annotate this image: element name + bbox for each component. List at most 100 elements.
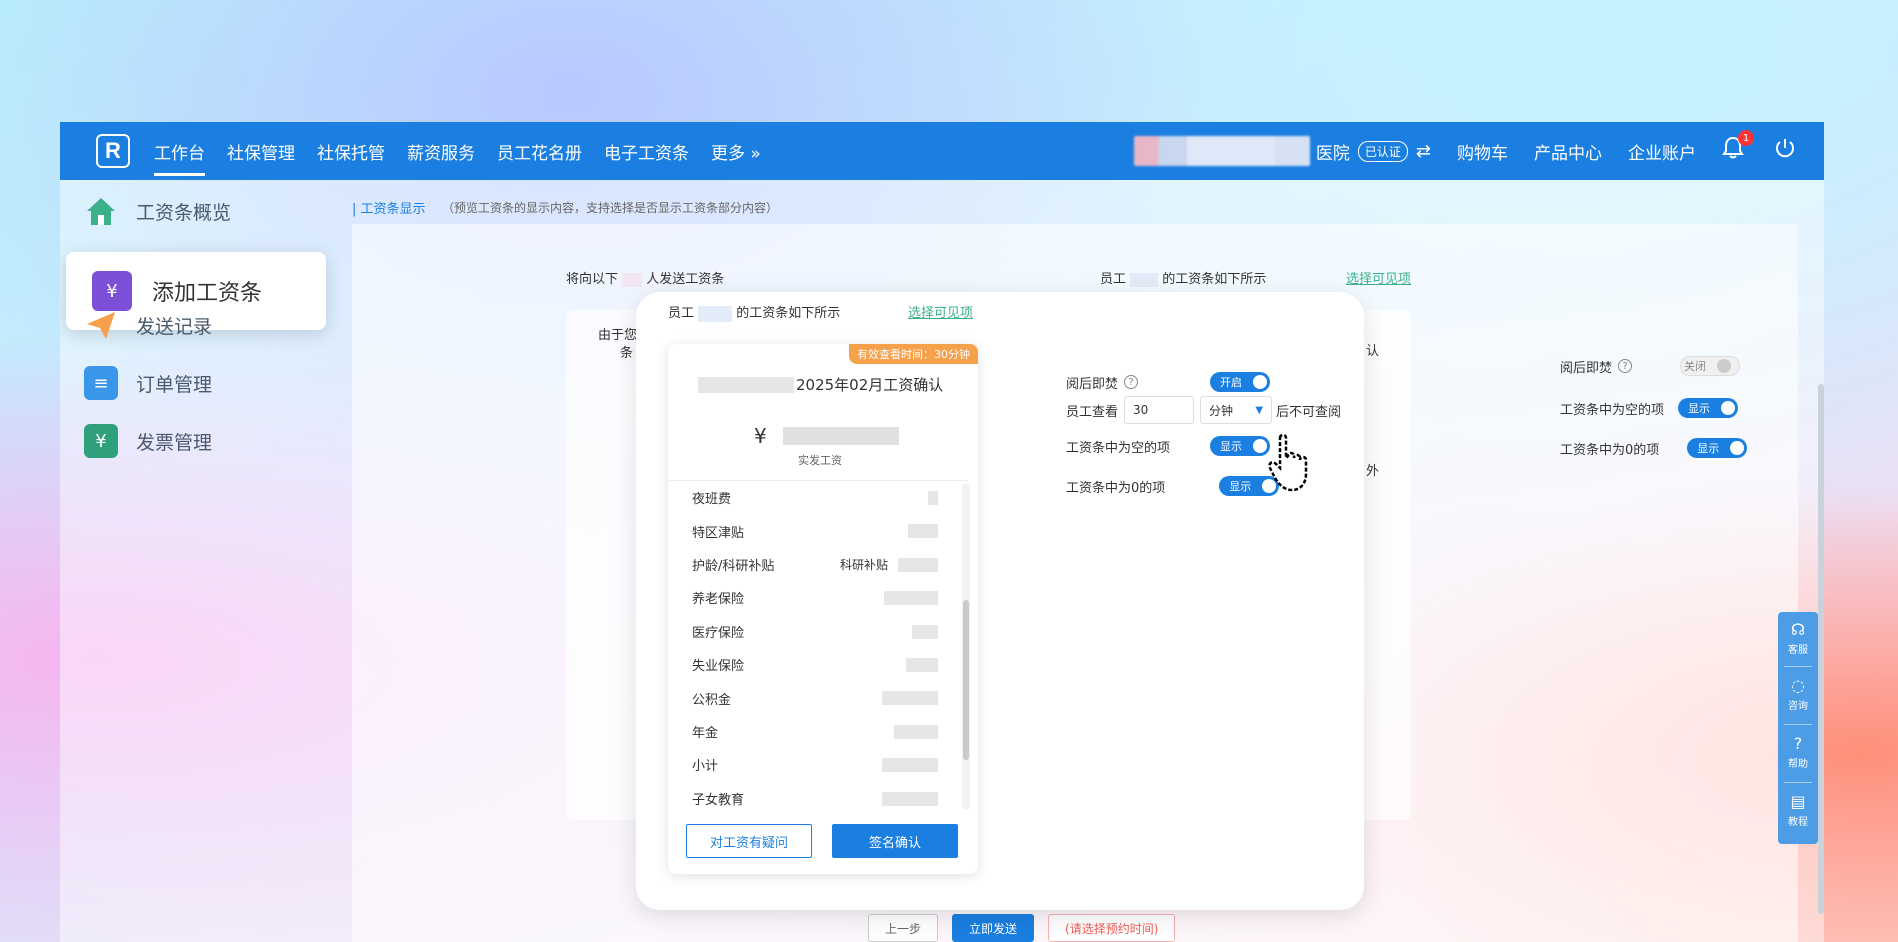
bg-burn-toggle[interactable]: 关闭 xyxy=(1680,356,1741,376)
empty-state: 显示 xyxy=(1220,440,1243,453)
sidebar-item-invoices[interactable]: ¥ 发票管理 xyxy=(84,424,212,458)
item-label: 失业保险 xyxy=(692,659,745,675)
bg-burn-label: 阅后即焚 xyxy=(1560,360,1613,376)
breadcrumb-label: 工资条显示 xyxy=(360,202,426,217)
float-consult[interactable]: ◌ 咨询 xyxy=(1778,676,1818,712)
burn-label: 阅后即焚 xyxy=(1066,376,1119,392)
sidebar: 工资条概览 ¥ 添加工资条 发送记录 ≡ 订单管理 ¥ 发票管理 xyxy=(60,180,332,942)
nav-products[interactable]: 产品中心 xyxy=(1534,139,1602,164)
payslip-phone-preview: 有效查看时间：30分钟 2025年02月工资确认 ¥ 实发工资 夜班费 特区津贴… xyxy=(668,344,978,874)
bg-fragment-2: 条 xyxy=(620,346,634,361)
question-salary-button[interactable]: 对工资有疑问 xyxy=(686,824,812,858)
view-unit: 分钟 xyxy=(1209,403,1234,418)
modal-employee-prefix: 员工 xyxy=(668,306,695,321)
float-label: 客服 xyxy=(1788,645,1808,656)
document-icon: ▤ xyxy=(1790,792,1806,811)
item-label: 年金 xyxy=(692,725,719,741)
burn-toggle[interactable]: 开启 xyxy=(1210,372,1271,392)
float-customer-service[interactable]: ☊ 客服 xyxy=(1778,620,1818,656)
empty-label: 工资条中为空的项 xyxy=(1066,440,1171,456)
item-label: 医疗保险 xyxy=(692,625,745,641)
nav-social-security[interactable]: 社保管理 xyxy=(227,125,295,178)
sidebar-item-label: 订单管理 xyxy=(136,373,213,396)
bg-select-visible-link[interactable]: 选择可见项 xyxy=(1346,268,1411,287)
toggle-knob xyxy=(1721,401,1736,415)
sidebar-item-overview[interactable]: 工资条概览 xyxy=(84,194,231,228)
value-redacted xyxy=(928,491,938,505)
yen-scroll-icon: ¥ xyxy=(92,271,132,311)
sidebar-item-label: 发送记录 xyxy=(136,315,213,338)
bg-setting-zero: 工资条中为0的项 显示 xyxy=(1560,438,1748,458)
bg-empty-label: 工资条中为空的项 xyxy=(1560,402,1665,418)
nav-employee-roster[interactable]: 员工花名册 xyxy=(497,125,582,178)
notification-bell-icon[interactable]: 1 xyxy=(1722,130,1754,166)
value-redacted xyxy=(908,524,938,539)
item-label: 公积金 xyxy=(692,692,732,708)
float-tutorial[interactable]: ▤ 教程 xyxy=(1778,792,1818,828)
help-icon[interactable]: ? xyxy=(1124,375,1139,389)
invoice-yen-icon: ¥ xyxy=(84,424,118,458)
notification-count: 1 xyxy=(1738,130,1754,146)
page-scrollbar[interactable] xyxy=(1818,384,1824,914)
bg-empty-toggle[interactable]: 显示 xyxy=(1678,398,1739,418)
sidebar-item-orders[interactable]: ≡ 订单管理 xyxy=(84,366,212,400)
nav-more[interactable]: 更多 » xyxy=(711,125,761,178)
sign-confirm-button[interactable]: 签名确认 xyxy=(832,824,958,858)
scrollbar-thumb[interactable] xyxy=(963,600,969,760)
nav-workbench[interactable]: 工作台 xyxy=(154,125,205,178)
modal-employee-suffix: 的工资条如下所示 xyxy=(736,306,841,321)
setting-view-duration: 员工查看 30 分钟 ▼ 后不可查阅 xyxy=(1066,396,1341,424)
breadcrumb-note: （预览工资条的显示内容，支持选择是否显示工资条部分内容） xyxy=(442,201,779,215)
float-label: 咨询 xyxy=(1788,701,1808,712)
value-redacted xyxy=(898,557,938,572)
nav-social-trust[interactable]: 社保托管 xyxy=(317,125,385,178)
sidebar-item-send-records[interactable]: 发送记录 xyxy=(84,308,212,342)
item-label: 护龄/科研补贴 xyxy=(692,558,775,574)
item-label: 小计 xyxy=(692,759,719,775)
nav-cart[interactable]: 购物车 xyxy=(1457,139,1508,164)
nav-e-payslip[interactable]: 电子工资条 xyxy=(604,125,689,178)
modal-select-visible-link[interactable]: 选择可见项 xyxy=(908,302,973,321)
value-redacted xyxy=(906,657,938,672)
payslip-title: 2025年02月工资确认 xyxy=(698,374,943,395)
chevron-down-icon: ▼ xyxy=(1255,404,1264,416)
divider xyxy=(1784,666,1812,667)
float-help[interactable]: ? 帮助 xyxy=(1778,734,1818,770)
view-minutes-input[interactable]: 30 xyxy=(1124,396,1195,424)
payslip-scrollbar[interactable] xyxy=(962,484,970,810)
switch-org-icon[interactable]: ⇄ xyxy=(1416,141,1431,162)
value-redacted xyxy=(882,791,938,806)
nav-right-group: 医院 已认证 ⇄ 购物车 产品中心 企业账户 1 xyxy=(1133,130,1824,166)
power-icon[interactable] xyxy=(1774,137,1796,165)
item-label: 子女教育 xyxy=(692,792,745,808)
view-suffix: 后不可查阅 xyxy=(1276,404,1342,420)
divider xyxy=(1784,782,1812,783)
toggle-knob xyxy=(1717,359,1732,373)
chat-bubble-icon: ◌ xyxy=(1791,676,1805,695)
toggle-knob xyxy=(1253,439,1268,453)
schedule-time-button[interactable]: (请选择预约时间) xyxy=(1048,914,1176,942)
bg-employee-heading: 员工 的工资条如下所示 xyxy=(1100,268,1266,287)
bg-zero-toggle[interactable]: 显示 xyxy=(1687,438,1748,458)
view-unit-select[interactable]: 分钟 ▼ xyxy=(1200,396,1273,424)
nav-account[interactable]: 企业账户 xyxy=(1628,139,1696,164)
headset-icon: ☊ xyxy=(1790,620,1806,639)
bg-employee-redacted xyxy=(1130,272,1159,287)
zero-label: 工资条中为0的项 xyxy=(1066,480,1166,496)
list-item: 特区津贴 xyxy=(668,514,968,547)
prev-step-button[interactable]: 上一步 xyxy=(868,914,939,942)
value-redacted xyxy=(882,691,938,706)
empty-toggle[interactable]: 显示 xyxy=(1210,436,1271,456)
currency-symbol: ¥ xyxy=(754,424,767,448)
value-redacted xyxy=(884,591,938,606)
nav-salary-service[interactable]: 薪资服务 xyxy=(407,125,475,178)
value-redacted xyxy=(912,624,938,639)
send-now-button[interactable]: 立即发送 xyxy=(952,914,1035,942)
payslip-title-text: 2025年02月工资确认 xyxy=(796,376,944,394)
list-item: 失业保险 xyxy=(668,648,968,681)
float-label: 帮助 xyxy=(1788,759,1808,770)
brand-logo-icon[interactable]: R xyxy=(96,134,130,168)
value-redacted xyxy=(894,724,938,739)
list-item: 小计 xyxy=(668,748,968,781)
payslip-actions: 对工资有疑问 签名确认 xyxy=(686,824,958,858)
